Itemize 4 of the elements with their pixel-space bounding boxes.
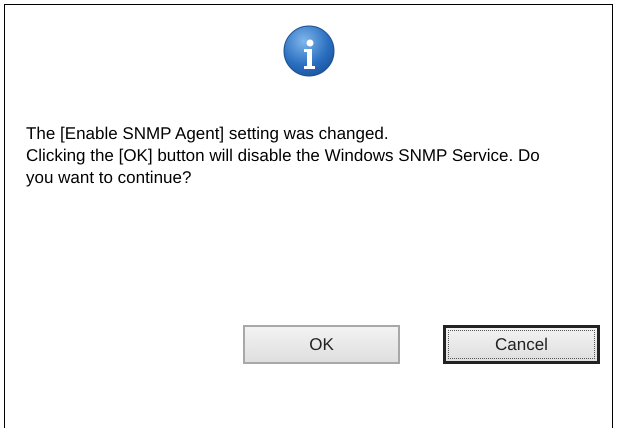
dialog-button[interactable]: OK	[243, 325, 400, 364]
dialog-button[interactable]: Cancel	[443, 325, 600, 364]
message-text: The [Enable SNMP Agent] setting was changed. Clicking the [OK] button will disable the Windows SNMP Service. Do you want to continue?	[26, 123, 541, 189]
info-icon	[282, 25, 334, 77]
